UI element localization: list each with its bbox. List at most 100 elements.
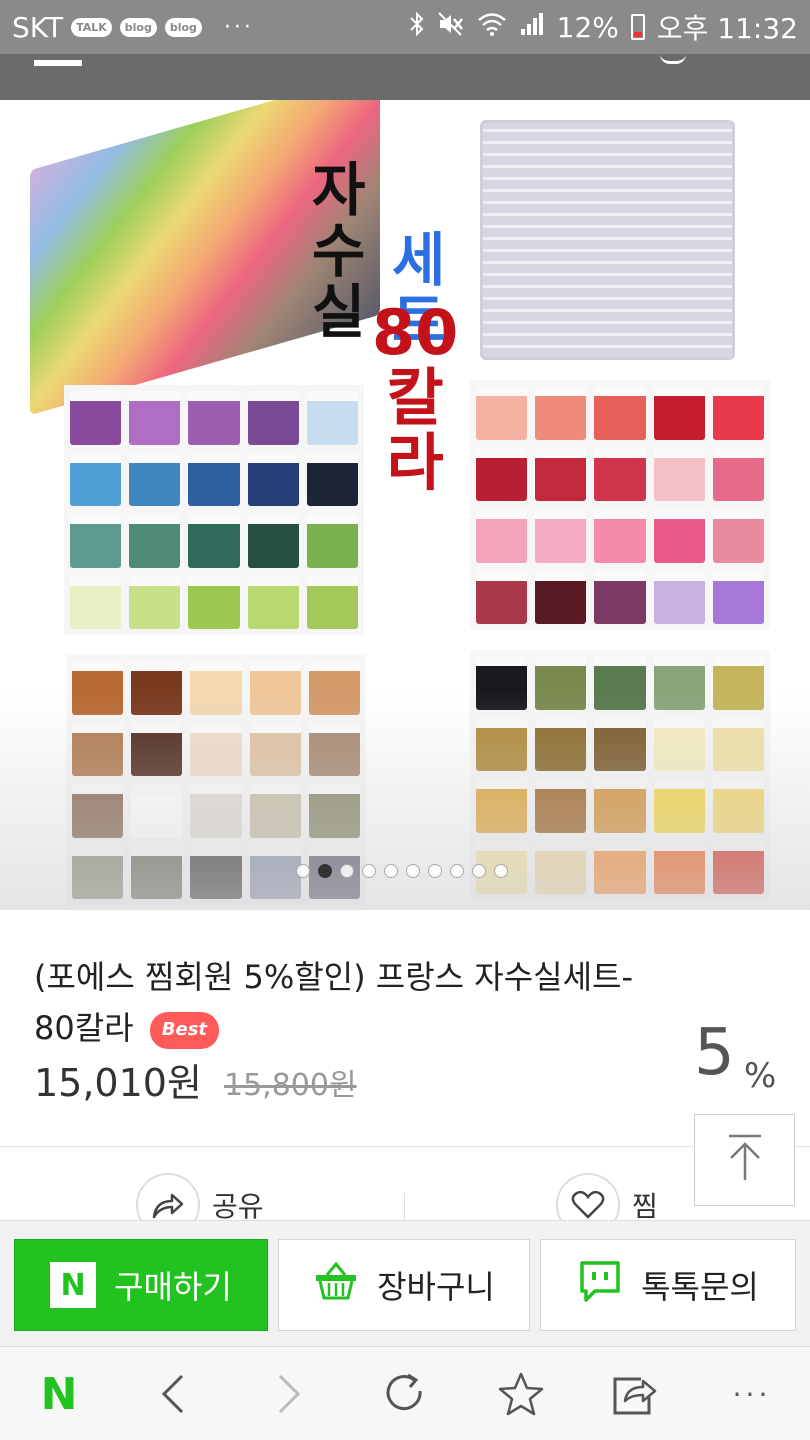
battery-percent: 12% (556, 10, 619, 44)
thread-swatch (129, 575, 181, 629)
carrier-label: SKT (12, 10, 64, 44)
carousel-indicator[interactable] (296, 864, 508, 878)
swatch-panel-red-pink (470, 380, 770, 630)
app-header (0, 54, 810, 100)
thread-swatch (190, 661, 242, 715)
thread-swatch (129, 391, 181, 445)
bluetooth-icon (409, 11, 425, 44)
cart-label: 장바구니 (377, 1268, 495, 1306)
thread-swatch (247, 391, 299, 445)
thread-swatch (129, 514, 181, 568)
forward-icon[interactable] (264, 1369, 314, 1419)
thread-swatch (476, 779, 528, 833)
thread-swatch (535, 386, 587, 440)
thread-swatch (131, 661, 183, 715)
thread-swatch (476, 509, 528, 563)
refresh-icon[interactable] (380, 1369, 430, 1419)
thread-swatch (476, 570, 528, 624)
best-badge: Best (149, 1011, 220, 1049)
thread-swatch (594, 570, 646, 624)
thread-swatch (306, 452, 358, 506)
buy-button[interactable]: N 구매하기 (14, 1239, 268, 1331)
headline-line-1: 자수실 (312, 156, 366, 346)
more-notifications-icon: ··· (223, 14, 254, 40)
thread-swatch (653, 447, 705, 501)
thread-swatch (308, 661, 360, 715)
thread-swatch (653, 717, 705, 771)
share-like-row: 공유 찜 (0, 1147, 810, 1237)
carousel-dot[interactable] (318, 864, 332, 878)
share-page-icon[interactable] (610, 1369, 660, 1419)
thread-swatch (594, 779, 646, 833)
naver-home-icon[interactable]: N (34, 1369, 84, 1420)
thread-swatch (72, 661, 124, 715)
thread-swatch (131, 845, 183, 899)
back-icon[interactable] (148, 1369, 198, 1419)
thread-swatch (306, 391, 358, 445)
bookmark-star-icon[interactable] (496, 1369, 546, 1419)
thread-swatch (712, 509, 764, 563)
purchase-action-bar: N 구매하기 장바구니 톡톡문의 (0, 1220, 810, 1346)
thread-swatch (535, 447, 587, 501)
talktalk-inquiry-button[interactable]: 톡톡문의 (540, 1239, 796, 1331)
thread-swatch (131, 784, 183, 838)
thread-swatch (70, 575, 122, 629)
thread-swatch (308, 722, 360, 776)
thread-swatch (653, 570, 705, 624)
arrow-up-icon (725, 1132, 765, 1188)
thread-swatch (247, 575, 299, 629)
thread-swatch (131, 722, 183, 776)
status-bar: SKT TALK blog blog ··· 12% 오후 11:32 (0, 0, 810, 54)
thread-box-closed (480, 120, 735, 360)
thread-swatch (129, 452, 181, 506)
thread-swatch (712, 447, 764, 501)
thread-swatch (535, 779, 587, 833)
thread-swatch (594, 717, 646, 771)
thread-swatch (190, 845, 242, 899)
carousel-dot[interactable] (450, 864, 464, 878)
wifi-icon (477, 11, 507, 44)
blog-icon-2: blog (164, 17, 202, 37)
more-options-icon[interactable]: ··· (724, 1369, 780, 1419)
buy-label: 구매하기 (114, 1268, 232, 1306)
wishlist-label: 찜 (632, 1190, 658, 1223)
thread-swatch (535, 509, 587, 563)
thread-swatch (476, 386, 528, 440)
thread-swatch (653, 840, 705, 894)
thread-swatch (249, 661, 301, 715)
thread-swatch (653, 386, 705, 440)
thread-swatch (70, 391, 122, 445)
thread-swatch (188, 391, 240, 445)
menu-icon[interactable] (34, 60, 82, 66)
thread-swatch (476, 447, 528, 501)
product-title-text: (포에스 찜회원 5%할인) 프랑스 자수실세트- 80칼라 (34, 958, 634, 1048)
thread-swatch (594, 656, 646, 710)
signal-icon (519, 11, 545, 44)
thread-swatch (535, 656, 587, 710)
product-image-carousel[interactable]: 자수실 세트 80칼라 (0, 100, 810, 910)
carousel-dot[interactable] (362, 864, 376, 878)
carousel-dot[interactable] (428, 864, 442, 878)
swatch-panel-olive-yellow-orange (470, 650, 770, 900)
carousel-dot[interactable] (494, 864, 508, 878)
share-like-separator (404, 1193, 405, 1220)
blog-icon: blog (119, 17, 157, 37)
thread-swatch (308, 784, 360, 838)
battery-icon (630, 14, 645, 40)
thread-swatch (70, 452, 122, 506)
thread-swatch (249, 784, 301, 838)
cart-button[interactable]: 장바구니 (278, 1239, 530, 1331)
carousel-dot[interactable] (384, 864, 398, 878)
carousel-dot[interactable] (340, 864, 354, 878)
carousel-dot[interactable] (296, 864, 310, 878)
carousel-dot[interactable] (472, 864, 486, 878)
thread-swatch (306, 575, 358, 629)
thread-swatch (653, 656, 705, 710)
carousel-dot[interactable] (406, 864, 420, 878)
thread-swatch (535, 840, 587, 894)
scroll-to-top-button[interactable] (694, 1114, 795, 1206)
thread-swatch (712, 840, 764, 894)
thread-swatch (306, 514, 358, 568)
share-label: 공유 (212, 1190, 264, 1223)
search-icon[interactable] (660, 54, 686, 64)
